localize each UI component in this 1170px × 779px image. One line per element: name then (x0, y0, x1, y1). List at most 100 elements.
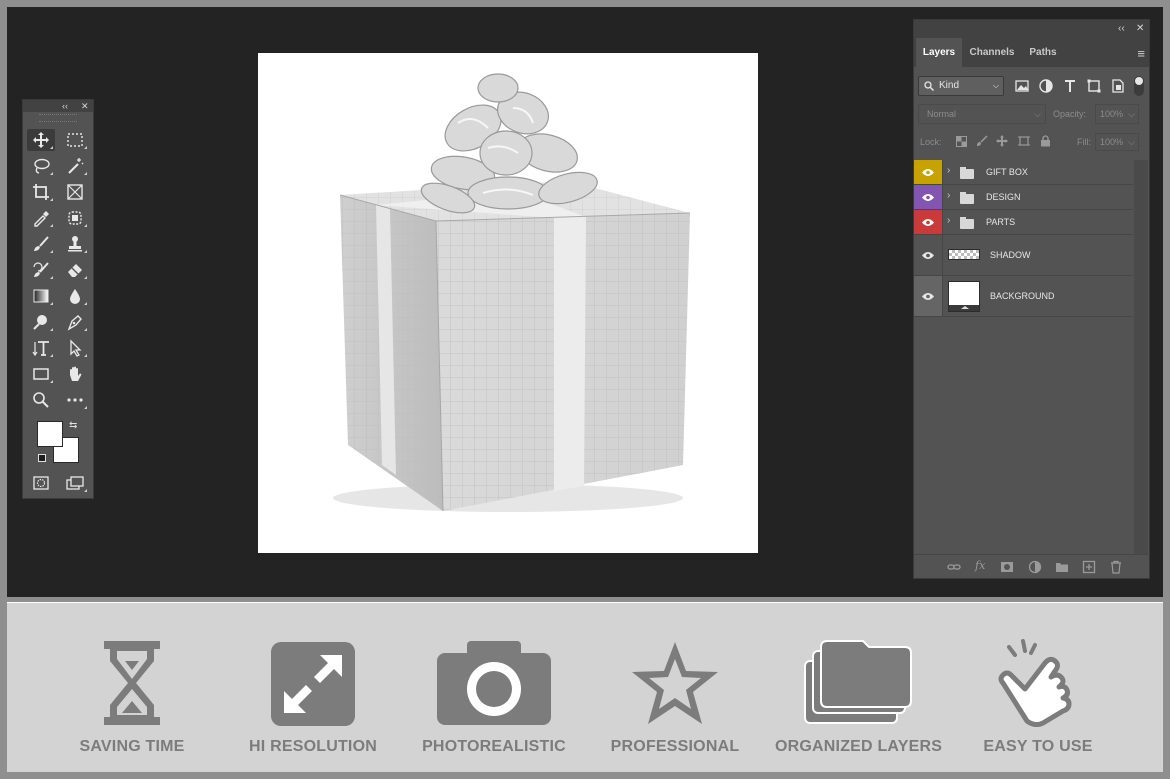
gift-box-image (333, 73, 691, 512)
trash-icon[interactable] (1109, 560, 1123, 574)
lock-all-icon[interactable] (1040, 135, 1051, 147)
quick-mask-button[interactable] (27, 472, 55, 494)
layer-row-background[interactable]: BACKGROUND (914, 276, 1133, 317)
patch-tool[interactable] (61, 207, 89, 229)
new-layer-icon[interactable] (1082, 560, 1096, 574)
layer-mask-icon[interactable] (1000, 560, 1014, 574)
stacked-folders-icon (804, 640, 912, 724)
dodge-icon (33, 315, 47, 330)
panel-menu-icon[interactable]: ≡ (1137, 46, 1145, 61)
lock-artboard-icon[interactable] (1018, 135, 1030, 147)
layer-row-gift-box[interactable]: › GIFT BOX (914, 160, 1133, 185)
panel-grip[interactable] (39, 114, 77, 122)
chevron-right-icon[interactable]: › (947, 165, 950, 176)
fx-icon[interactable]: fx (975, 559, 985, 572)
smart-object-filter-icon[interactable] (1110, 78, 1126, 94)
type-filter-icon[interactable] (1062, 78, 1078, 94)
chevron-down-icon: ⌵ (1128, 109, 1135, 119)
visibility-toggle[interactable] (914, 235, 943, 275)
feature-label: PHOTOREALISTIC (422, 738, 566, 755)
layer-row-parts[interactable]: › PARTS (914, 210, 1133, 235)
marquee-tool[interactable] (61, 129, 89, 151)
path-select-tool[interactable] (61, 337, 89, 359)
lasso-icon (34, 158, 50, 174)
shape-filter-icon[interactable] (1086, 78, 1102, 94)
feature-easy-to-use: EASY TO USE (957, 603, 1119, 773)
tab-channels[interactable]: Channels (964, 38, 1020, 67)
gradient-tool[interactable] (27, 285, 55, 307)
close-icon[interactable]: ✕ (81, 100, 89, 112)
eraser-tool[interactable] (61, 259, 89, 281)
history-brush-icon (33, 262, 49, 277)
adjustment-layer-icon[interactable] (1028, 560, 1042, 574)
layers-scrollbar[interactable] (1134, 160, 1148, 555)
hand-tool[interactable] (61, 363, 89, 385)
tab-layers[interactable]: Layers (916, 38, 962, 67)
panel-tabs: Layers Channels Paths ≡ (914, 38, 1149, 67)
eyedropper-tool[interactable] (27, 207, 55, 229)
layers-panel-header[interactable]: ‹‹ ✕ (914, 20, 1149, 38)
filter-kind-label: Kind (939, 80, 960, 91)
pen-icon (67, 315, 82, 331)
feature-saving-time: SAVING TIME (51, 603, 213, 773)
layer-name: SHADOW (990, 250, 1031, 260)
pen-tool[interactable] (61, 311, 89, 333)
chevron-right-icon[interactable]: › (947, 215, 950, 226)
arrow-cursor-icon (70, 339, 82, 357)
more-icon (67, 398, 83, 402)
collapse-icon[interactable]: ‹‹ (62, 100, 68, 112)
magic-wand-tool[interactable] (61, 155, 89, 177)
camera-icon (437, 641, 551, 725)
brush-tool[interactable] (27, 233, 55, 255)
stamp-tool[interactable] (61, 233, 89, 255)
foreground-color-swatch[interactable] (37, 421, 63, 447)
swap-colors-icon[interactable]: ⇆ (69, 420, 77, 431)
eye-icon (922, 292, 934, 300)
move-tool[interactable] (27, 129, 55, 151)
visibility-toggle[interactable] (914, 210, 943, 234)
rectangle-tool[interactable] (27, 363, 55, 385)
dodge-tool[interactable] (27, 311, 55, 333)
blend-mode-select[interactable]: Normal ⌵ (918, 104, 1046, 124)
lock-transparency-icon[interactable] (956, 136, 967, 147)
close-icon[interactable]: ✕ (1136, 23, 1144, 34)
crop-tool[interactable] (27, 181, 55, 203)
lock-position-icon[interactable] (996, 135, 1008, 147)
collapse-icon[interactable]: ‹‹ (1118, 23, 1125, 34)
opacity-input[interactable]: 100% ⌵ (1095, 104, 1139, 124)
pixel-filter-icon[interactable] (1014, 78, 1030, 94)
layer-row-shadow[interactable]: SHADOW (914, 235, 1133, 276)
chevron-right-icon[interactable]: › (947, 190, 950, 201)
eyedropper-icon (34, 211, 49, 227)
layer-thumbnail (948, 281, 980, 312)
lasso-tool[interactable] (27, 155, 55, 177)
visibility-toggle[interactable] (914, 185, 943, 209)
filter-toggle[interactable] (1134, 76, 1144, 96)
visibility-toggle[interactable] (914, 160, 943, 184)
visibility-toggle[interactable] (914, 276, 943, 316)
lock-pixels-icon[interactable] (976, 135, 988, 147)
tools-panel-header[interactable]: ‹‹ ✕ (23, 100, 93, 112)
zoom-tool[interactable] (27, 389, 55, 411)
new-group-icon[interactable] (1055, 560, 1069, 574)
blur-tool[interactable] (61, 285, 89, 307)
adjustment-filter-icon[interactable] (1038, 78, 1054, 94)
type-tool[interactable] (27, 337, 55, 359)
layer-row-design[interactable]: › DESIGN (914, 185, 1133, 210)
rectangle-icon (33, 368, 49, 380)
photoshop-workspace: ‹‹ ✕ ⇆ ‹‹ ✕ Layers Channels Paths ≡ Kind… (7, 7, 1163, 597)
fill-input[interactable]: 100% ⌵ (1095, 133, 1139, 151)
frame-icon (67, 184, 83, 200)
history-brush-tool[interactable] (27, 259, 55, 281)
blend-opacity-row: Normal ⌵ Opacity: 100% ⌵ (918, 104, 1148, 126)
frame-tool[interactable] (61, 181, 89, 203)
default-colors-icon[interactable] (38, 454, 46, 462)
feature-photorealistic: PHOTOREALISTIC (413, 603, 575, 773)
screen-mode-button[interactable] (61, 472, 89, 494)
document-canvas[interactable] (258, 53, 758, 553)
layer-name: PARTS (986, 217, 1016, 227)
link-icon[interactable] (947, 560, 961, 574)
filter-kind-select[interactable]: Kind ⌵ (918, 76, 1004, 96)
tab-paths[interactable]: Paths (1020, 38, 1066, 67)
more-tools[interactable] (61, 389, 89, 411)
